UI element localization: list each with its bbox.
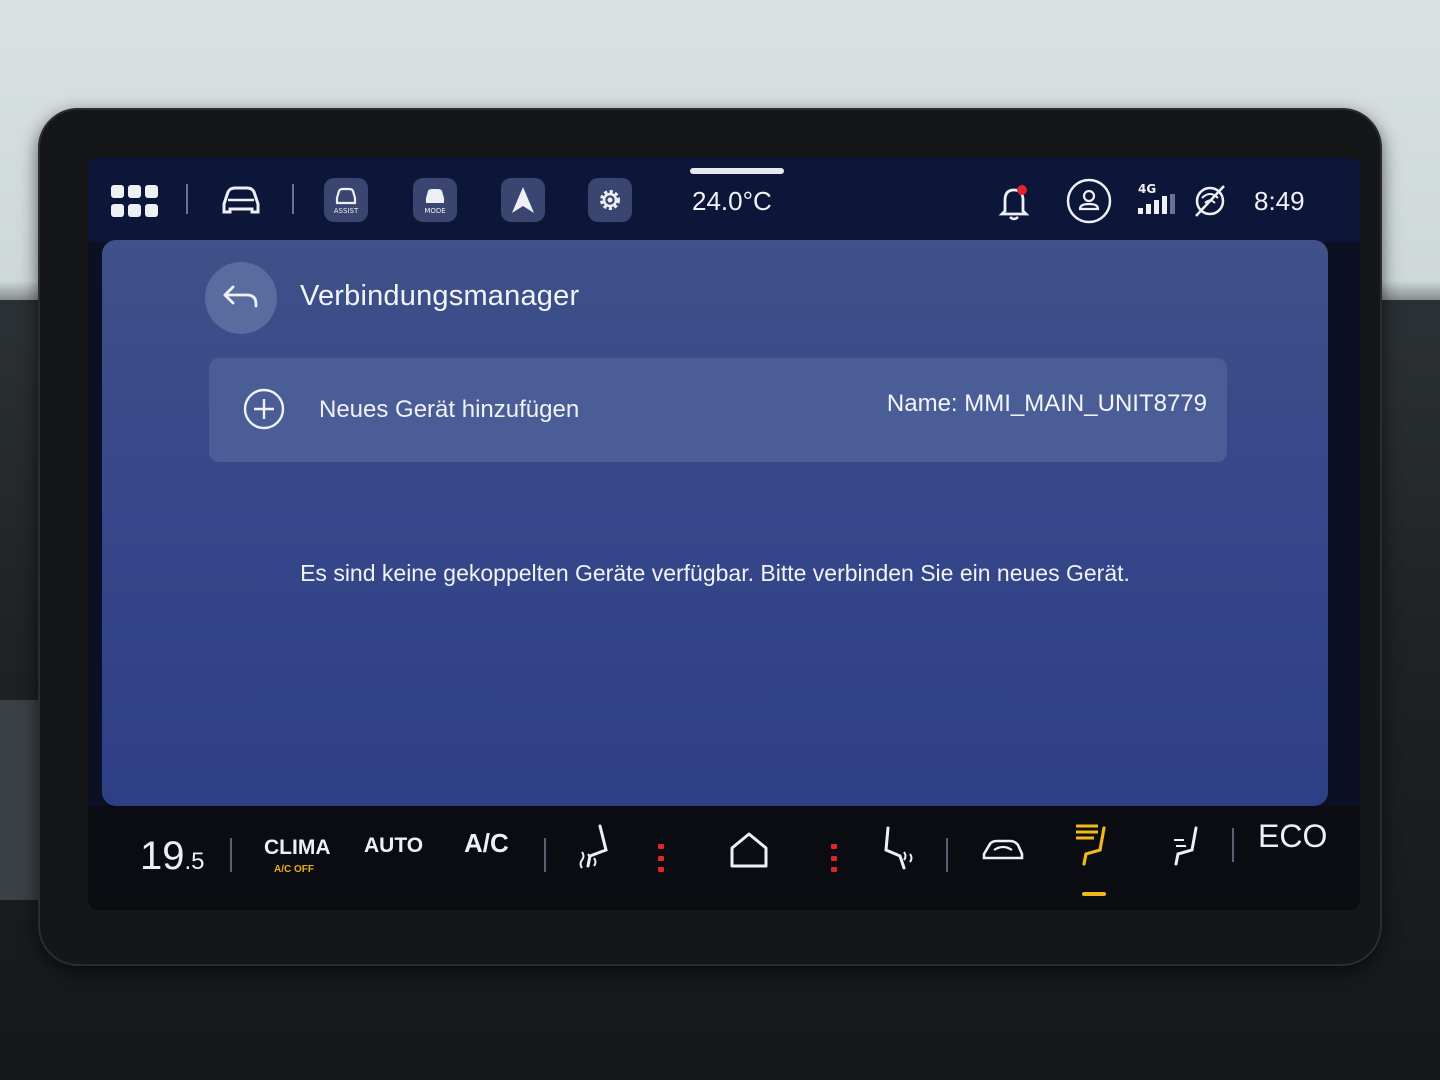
mode-button[interactable]: MODE — [413, 178, 457, 222]
add-device-button[interactable]: Neues Gerät hinzufügen Name: MMI_MAIN_UN… — [209, 358, 1227, 462]
car-icon[interactable] — [218, 182, 264, 218]
climate-separator — [946, 838, 948, 872]
seat-airflow-icon[interactable] — [1168, 822, 1208, 870]
seat-heat-level-right — [831, 844, 837, 872]
status-separator — [292, 184, 294, 214]
add-device-label: Neues Gerät hinzufügen — [319, 396, 580, 423]
device-name: Name: MMI_MAIN_UNIT8779 — [886, 390, 1207, 417]
plus-circle-icon — [243, 388, 285, 430]
status-separator — [186, 184, 188, 214]
climate-separator — [230, 838, 232, 872]
seat-heating-right-icon[interactable] — [878, 824, 918, 874]
recirculation-icon[interactable] — [980, 836, 1026, 864]
ac-button[interactable]: A/C — [464, 828, 509, 859]
profile-button[interactable] — [1066, 178, 1112, 224]
eco-button[interactable]: ECO — [1258, 818, 1327, 855]
mode-label: MODE — [424, 207, 445, 215]
assist-label: ASSIST — [334, 207, 359, 215]
clima-button[interactable]: CLIMA — [264, 836, 331, 860]
gear-icon — [600, 190, 620, 210]
apps-grid-icon[interactable] — [110, 184, 158, 218]
clima-status: A/C OFF — [274, 864, 314, 875]
bell-icon[interactable] — [996, 182, 1032, 222]
user-icon — [1066, 178, 1112, 224]
driver-temperature[interactable]: 19.5 — [140, 834, 205, 879]
navigation-button[interactable] — [501, 178, 545, 222]
clock: 8:49 — [1254, 186, 1305, 216]
assist-button[interactable]: ASSIST — [324, 178, 368, 222]
temperature-decimal: .5 — [184, 848, 205, 875]
back-arrow-icon — [223, 285, 258, 308]
status-bar: ASSIST MODE 24.0°C 4G 8:49 — [88, 158, 1360, 242]
page-title: Verbindungsmanager — [300, 280, 580, 312]
temperature-main: 19 — [140, 834, 185, 878]
connection-manager-panel: Verbindungsmanager Neues Gerät hinzufüge… — [102, 240, 1328, 806]
active-indicator — [1082, 892, 1106, 896]
connectivity-off-icon[interactable] — [1192, 184, 1228, 218]
seat-heat-level-left — [658, 844, 664, 872]
climate-bar: 19.5 CLIMA A/C OFF AUTO A/C ECO — [88, 806, 1360, 910]
home-icon[interactable] — [728, 830, 770, 870]
navigation-arrow-icon — [512, 187, 534, 213]
seat-heating-left-icon[interactable] — [576, 822, 616, 872]
climate-separator — [544, 838, 546, 872]
pull-down-handle[interactable] — [690, 168, 784, 174]
climate-separator — [1232, 828, 1234, 862]
auto-button[interactable]: AUTO — [364, 834, 423, 858]
cabin-temperature[interactable]: 24.0°C — [692, 186, 772, 217]
infotainment-screen: ASSIST MODE 24.0°C 4G 8:49 Verbindungsma… — [88, 158, 1360, 910]
signal-strength-icon — [1138, 194, 1178, 216]
settings-button[interactable] — [588, 178, 632, 222]
back-button[interactable] — [205, 262, 277, 334]
empty-state-message: Es sind keine gekoppelten Geräte verfügb… — [300, 560, 1130, 586]
seat-ventilation-icon[interactable] — [1070, 820, 1114, 870]
